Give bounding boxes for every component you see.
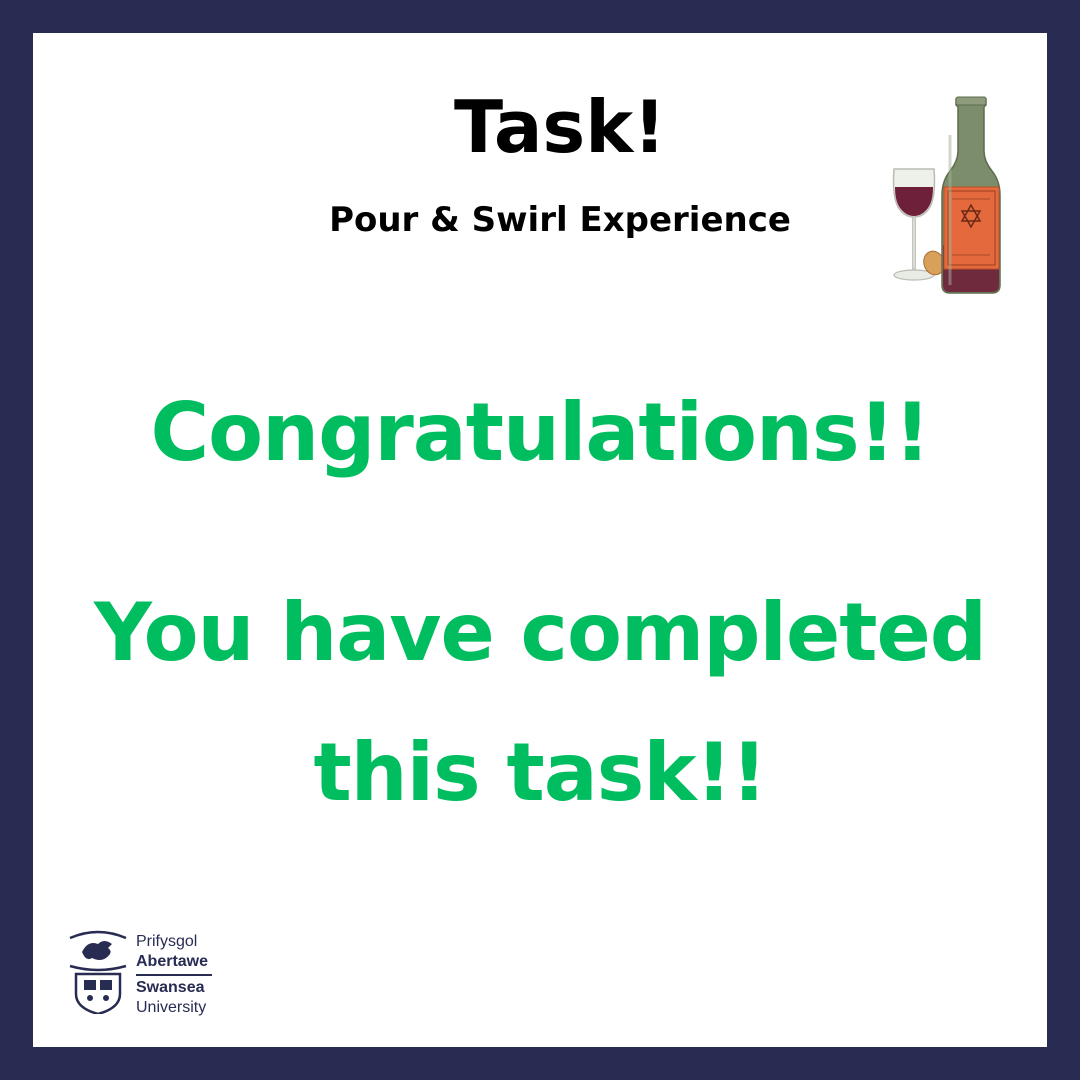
wine-illustration-icon [892,96,1001,294]
logo-english-line-2: University [136,999,207,1016]
congratulations-heading: Congratulations!! [150,386,930,479]
logo-welsh-line-2: Abertawe [136,953,209,970]
logo-wordmark: Prifysgol Abertawe Swansea University [136,932,212,1018]
wine-bottle-icon [941,96,1001,294]
completion-line-2: this task!! [313,726,767,819]
completion-line-1: You have completed [94,586,987,679]
content-panel: Task! Pour & Swirl Experience Congratula… [33,33,1047,1047]
crest-icon [69,930,127,1014]
logo-welsh-line-1: Prifysgol [136,933,198,950]
logo-english-line-1: Swansea [136,979,205,996]
logo-divider [136,974,212,976]
completion-message: You have completed this task!! [0,563,1080,843]
university-logo: Prifysgol Abertawe Swansea University [66,928,226,1020]
